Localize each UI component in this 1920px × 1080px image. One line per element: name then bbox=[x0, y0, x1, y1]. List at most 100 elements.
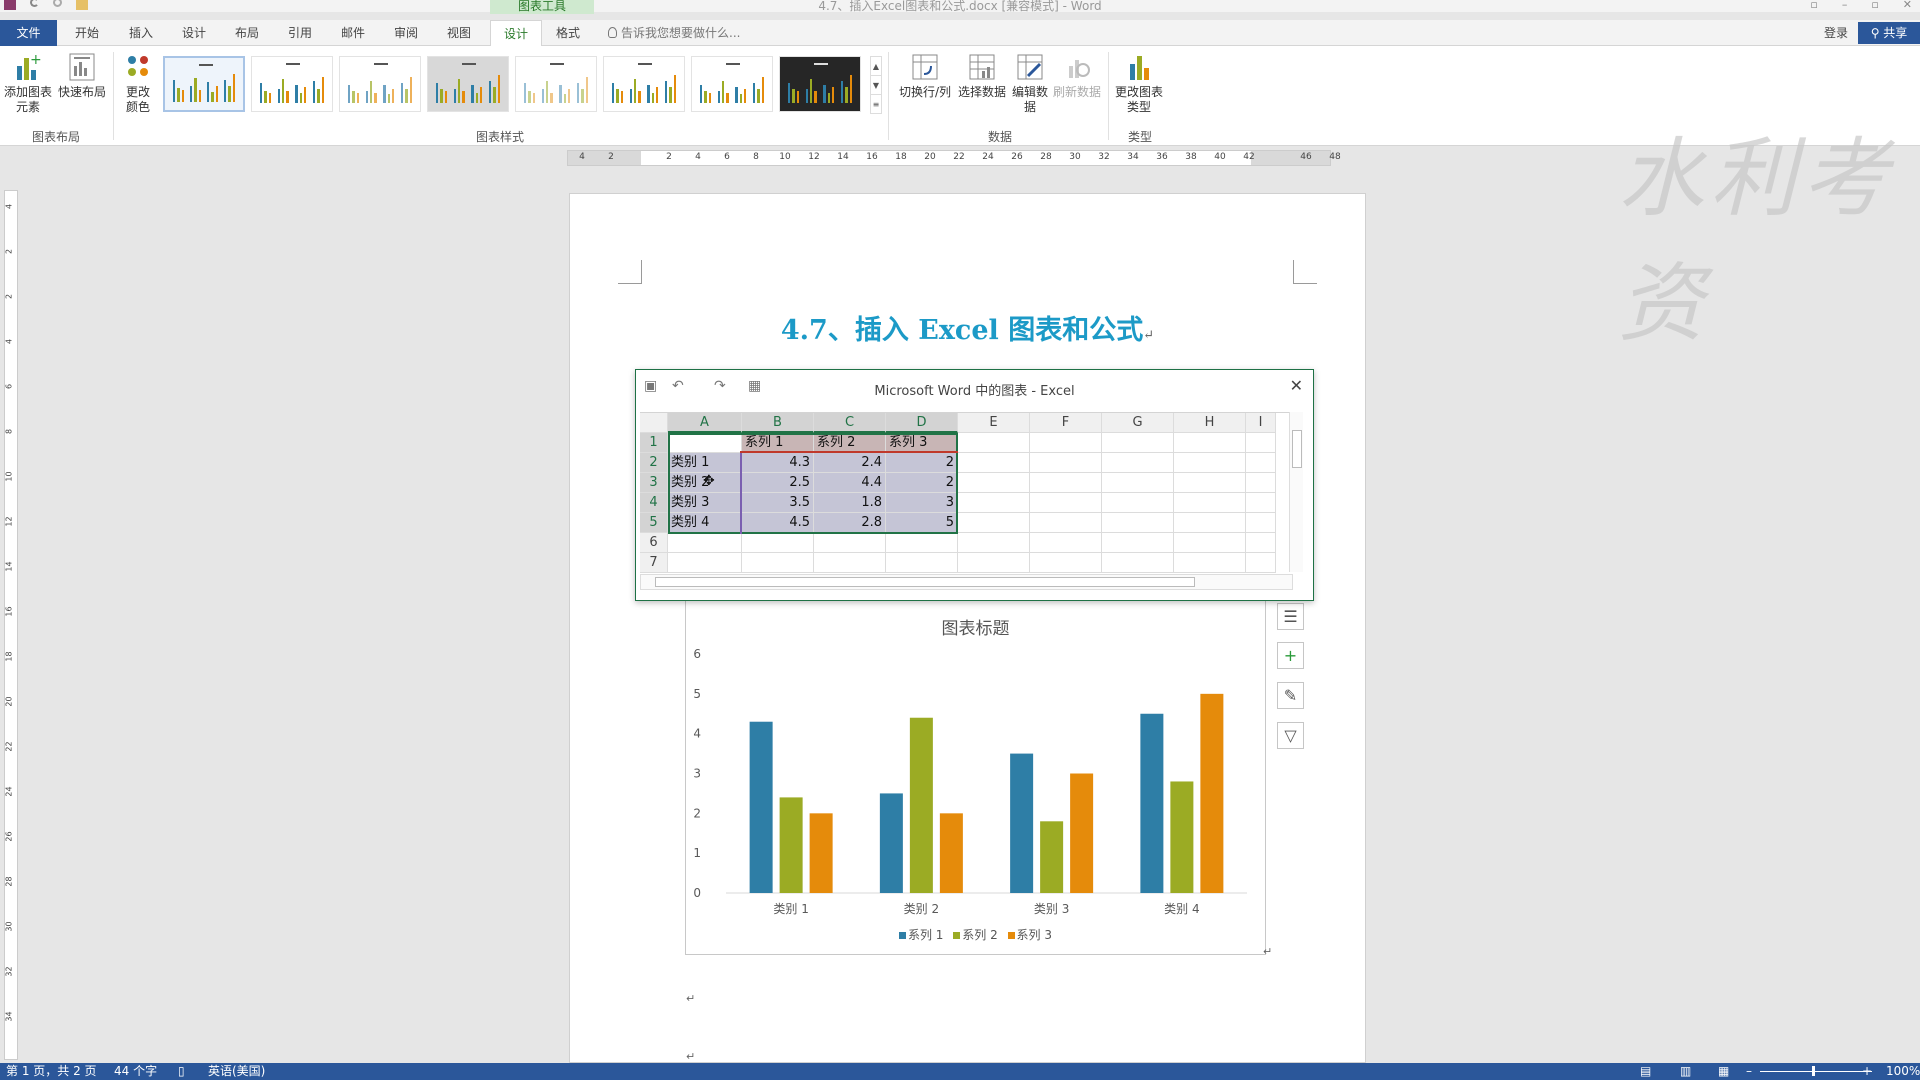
cell-a2[interactable]: 类别 1 bbox=[668, 453, 742, 473]
tab-view[interactable]: 视图 bbox=[442, 20, 476, 46]
column-header-c[interactable]: C bbox=[814, 413, 886, 433]
row-header-2[interactable]: 2 bbox=[640, 453, 668, 473]
language-indicator[interactable]: 英语(美国) bbox=[208, 1063, 265, 1080]
cell-i4[interactable] bbox=[1246, 493, 1276, 513]
cell-a1[interactable] bbox=[668, 433, 742, 453]
refresh-data-button[interactable]: 刷新数据 bbox=[1052, 52, 1102, 100]
chart-filters-button[interactable]: ▽ bbox=[1277, 722, 1304, 749]
column-header-d[interactable]: D bbox=[886, 413, 958, 433]
tab-insert[interactable]: 插入 bbox=[124, 20, 158, 46]
cell-f3[interactable] bbox=[1030, 473, 1102, 493]
cell-c1[interactable]: 系列 2 bbox=[814, 433, 886, 453]
cell-g7[interactable] bbox=[1102, 553, 1174, 573]
cell-f7[interactable] bbox=[1030, 553, 1102, 573]
tab-file[interactable]: 文件 bbox=[0, 20, 57, 46]
row-header-7[interactable]: 7 bbox=[640, 553, 668, 573]
tab-design[interactable]: 设计 bbox=[177, 20, 211, 46]
edit-data-button[interactable]: 编辑数据 bbox=[1010, 52, 1050, 115]
tab-home[interactable]: 开始 bbox=[70, 20, 104, 46]
column-header-e[interactable]: E bbox=[958, 413, 1030, 433]
cell-a7[interactable] bbox=[668, 553, 742, 573]
cell-h2[interactable] bbox=[1174, 453, 1246, 473]
cell-e2[interactable] bbox=[958, 453, 1030, 473]
bar-series-1-3[interactable] bbox=[1010, 753, 1034, 893]
bar-series-2-1[interactable] bbox=[779, 797, 803, 893]
row-header-3[interactable]: 3 bbox=[640, 473, 668, 493]
tab-references[interactable]: 引用 bbox=[283, 20, 317, 46]
column-header-g[interactable]: G bbox=[1102, 413, 1174, 433]
tab-mailings[interactable]: 邮件 bbox=[336, 20, 370, 46]
cell-f5[interactable] bbox=[1030, 513, 1102, 533]
bar-series-3-3[interactable] bbox=[1070, 773, 1094, 894]
cell-c7[interactable] bbox=[814, 553, 886, 573]
cell-h3[interactable] bbox=[1174, 473, 1246, 493]
column-header-f[interactable]: F bbox=[1030, 413, 1102, 433]
cell-h5[interactable] bbox=[1174, 513, 1246, 533]
cell-d5[interactable]: 5 bbox=[886, 513, 958, 533]
chart-style-3[interactable] bbox=[339, 56, 421, 112]
cell-f6[interactable] bbox=[1030, 533, 1102, 553]
column-header-a[interactable]: A bbox=[668, 413, 742, 433]
cell-c3[interactable]: 4.4 bbox=[814, 473, 886, 493]
close-icon[interactable]: ✕ bbox=[1903, 0, 1912, 11]
bar-series-2-4[interactable] bbox=[1170, 781, 1194, 893]
zoom-out-icon[interactable]: – bbox=[1746, 1063, 1752, 1080]
zoom-slider[interactable] bbox=[1760, 1066, 1872, 1076]
cell-i3[interactable] bbox=[1246, 473, 1276, 493]
chart-style-7[interactable] bbox=[691, 56, 773, 112]
add-chart-element-button[interactable]: + 添加图表元素 bbox=[2, 52, 54, 115]
zoom-in-icon[interactable]: + bbox=[1862, 1063, 1872, 1080]
cell-e7[interactable] bbox=[958, 553, 1030, 573]
column-header-b[interactable]: B bbox=[742, 413, 814, 433]
select-data-button[interactable]: 选择数据 bbox=[956, 52, 1008, 100]
web-layout-icon[interactable]: ▦ bbox=[1718, 1063, 1729, 1080]
chart-style-6[interactable] bbox=[603, 56, 685, 112]
cell-b5[interactable]: 4.5 bbox=[742, 513, 814, 533]
chart-style-5[interactable] bbox=[515, 56, 597, 112]
page-count[interactable]: 第 1 页，共 2 页 bbox=[6, 1063, 97, 1080]
cell-d4[interactable]: 3 bbox=[886, 493, 958, 513]
read-mode-icon[interactable]: ▤ bbox=[1640, 1063, 1651, 1080]
cell-b4[interactable]: 3.5 bbox=[742, 493, 814, 513]
cell-c6[interactable] bbox=[814, 533, 886, 553]
minimize-icon[interactable]: – bbox=[1842, 0, 1848, 11]
tab-chart-design[interactable]: 设计 bbox=[490, 20, 542, 47]
cell-b2[interactable]: 4.3 bbox=[742, 453, 814, 473]
cell-i1[interactable] bbox=[1246, 433, 1276, 453]
gallery-more-icon[interactable]: ≡ bbox=[871, 95, 881, 114]
cell-e6[interactable] bbox=[958, 533, 1030, 553]
zoom-level[interactable]: 100% bbox=[1886, 1063, 1920, 1080]
excel-data-window[interactable]: ▣ ↶ ↷ ▦ Microsoft Word 中的图表 - Excel ✕ AB… bbox=[635, 369, 1314, 601]
quick-layout-button[interactable]: 快速布局 bbox=[56, 52, 108, 100]
cell-a4[interactable]: 类别 3 bbox=[668, 493, 742, 513]
bar-series-3-1[interactable] bbox=[809, 813, 833, 893]
cell-i7[interactable] bbox=[1246, 553, 1276, 573]
cell-d1[interactable]: 系列 3 bbox=[886, 433, 958, 453]
cell-f2[interactable] bbox=[1030, 453, 1102, 473]
cell-h6[interactable] bbox=[1174, 533, 1246, 553]
layout-options-button[interactable]: ☰ bbox=[1277, 603, 1304, 630]
cell-d6[interactable] bbox=[886, 533, 958, 553]
column-header-h[interactable]: H bbox=[1174, 413, 1246, 433]
cell-e4[interactable] bbox=[958, 493, 1030, 513]
row-header-4[interactable]: 4 bbox=[640, 493, 668, 513]
cell-c2[interactable]: 2.4 bbox=[814, 453, 886, 473]
cell-b7[interactable] bbox=[742, 553, 814, 573]
cell-g4[interactable] bbox=[1102, 493, 1174, 513]
cell-d2[interactable]: 2 bbox=[886, 453, 958, 473]
cell-g2[interactable] bbox=[1102, 453, 1174, 473]
tab-chart-format[interactable]: 格式 bbox=[550, 20, 586, 46]
cell-h4[interactable] bbox=[1174, 493, 1246, 513]
chart-styles-button[interactable]: ✎ bbox=[1277, 682, 1304, 709]
print-layout-icon[interactable]: ▥ bbox=[1680, 1063, 1691, 1080]
cell-i5[interactable] bbox=[1246, 513, 1276, 533]
proofing-icon[interactable]: ▯ bbox=[178, 1063, 185, 1080]
cell-d3[interactable]: 2 bbox=[886, 473, 958, 493]
horizontal-scrollbar[interactable] bbox=[640, 574, 1293, 590]
cell-c4[interactable]: 1.8 bbox=[814, 493, 886, 513]
select-all-corner[interactable] bbox=[640, 413, 668, 433]
cell-d7[interactable] bbox=[886, 553, 958, 573]
gallery-up-icon[interactable]: ▲ bbox=[871, 57, 881, 76]
chart-style-4[interactable] bbox=[427, 56, 509, 112]
share-button[interactable]: ⚲ 共享 bbox=[1858, 22, 1920, 44]
